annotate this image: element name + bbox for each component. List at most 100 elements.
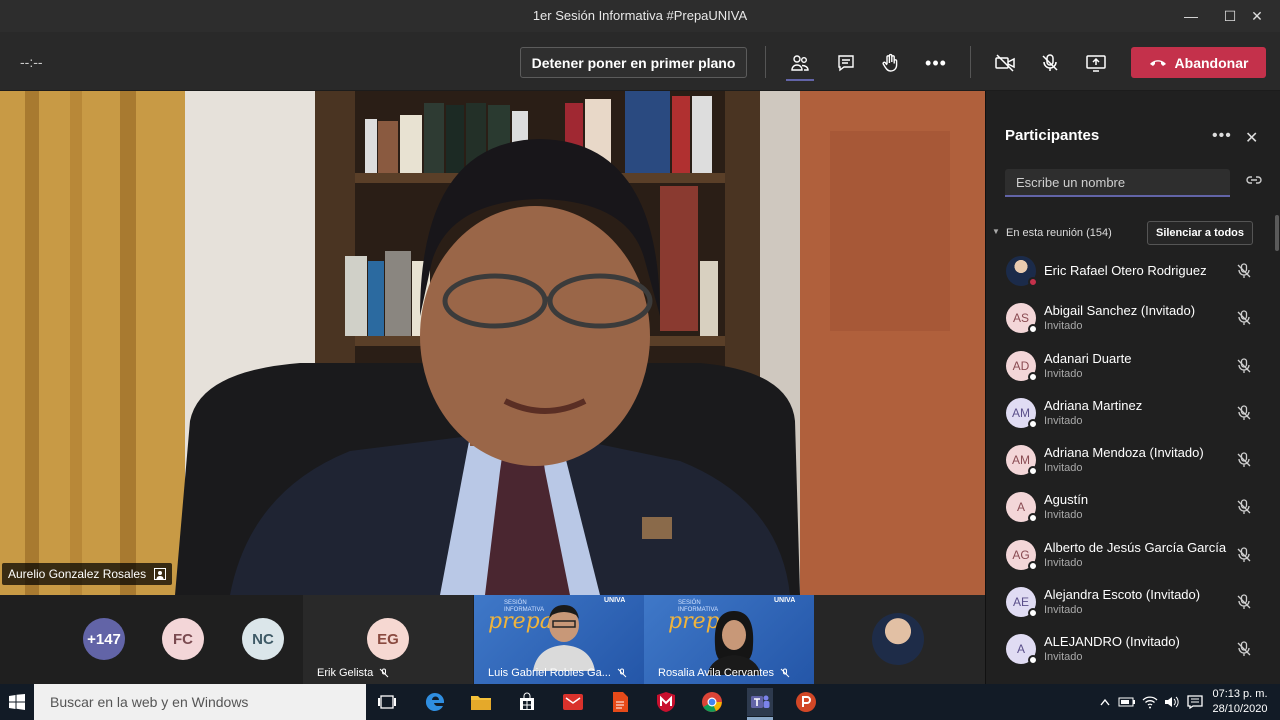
participant-name: Alejandra Escoto (Invitado) [1044,587,1201,603]
mute-all-button[interactable]: Silenciar a todos [1147,221,1253,245]
participant-name: ALEJANDRO (Invitado) [1044,634,1180,650]
participant-row[interactable]: A ALEJANDRO (Invitado) Invitado [986,633,1276,680]
presence-status-icon [1028,655,1038,666]
system-clock[interactable]: 07:13 p. m. 28/10/2020 [1210,687,1270,717]
mic-off-icon[interactable] [1235,451,1253,474]
participant-row[interactable]: AM Adriana Martinez Invitado [986,397,1276,444]
avatar-initials: AD [1012,358,1030,373]
avatar-group-tile: +147 FC NC [0,595,303,684]
mic-off-icon [379,668,389,678]
raise-hand-icon[interactable] [875,48,905,78]
participant-role: Invitado [1044,320,1083,333]
participants-icon[interactable] [785,48,815,78]
collapse-caret-icon[interactable]: ▼ [992,227,1000,236]
powerpoint-icon[interactable] [793,688,819,716]
presence-status-icon [1028,608,1038,619]
univa-logo: UNIVA [774,597,796,604]
stop-spotlight-button[interactable]: Detener poner en primer plano [520,47,747,78]
close-window-button[interactable]: ✕ [1234,0,1280,32]
antivirus-icon[interactable] [653,688,679,716]
more-actions-icon[interactable]: ••• [921,48,951,78]
store-icon[interactable] [514,688,540,716]
mic-off-icon[interactable] [1235,309,1253,332]
notifications-icon[interactable] [1184,688,1206,716]
document-app-icon[interactable] [607,688,633,716]
participant-row[interactable]: AD Adanari Duarte Invitado [986,350,1276,397]
mic-off-icon [780,668,790,678]
avatar-initials: AG [1012,547,1030,562]
share-link-icon[interactable] [1245,173,1263,187]
mic-off-icon[interactable] [1235,498,1253,521]
mic-off-icon[interactable] [1235,404,1253,427]
tile-name: Luis Gabriel Robles Ga... [488,667,627,679]
participant-row[interactable]: AE Alejandra Escoto (Invitado) Invitado [986,586,1276,633]
participant-row[interactable]: A Agustín Invitado [986,491,1276,538]
presence-status-icon [1028,560,1038,571]
start-button[interactable] [0,684,34,720]
mail-app-icon[interactable] [560,688,586,716]
participant-role: Invitado [1044,509,1083,522]
participant-tile-photo [814,595,985,684]
task-view-icon[interactable] [374,688,400,716]
battery-icon[interactable] [1117,688,1137,716]
panel-close-icon[interactable]: ✕ [1245,128,1258,148]
tile-name: Erik Gelista [317,667,389,679]
chrome-icon[interactable] [699,688,725,716]
avatar: AM [1006,445,1038,477]
camera-off-icon[interactable] [990,48,1020,78]
participant-name: Adriana Martinez [1044,397,1143,413]
wifi-icon[interactable] [1140,688,1160,716]
presence-status-icon [1028,418,1038,429]
participant-row[interactable]: AM Adriana Mendoza (Invitado) Invitado [986,444,1276,491]
participant-name: Eric Rafael Otero Rodriguez [1044,263,1207,278]
leave-meeting-button[interactable]: Abandonar [1131,47,1266,78]
avatar [1006,256,1038,287]
avatar: AG [1006,539,1038,571]
participant-role: Invitado [1044,367,1083,380]
participant-role: Invitado [1044,651,1083,664]
panel-more-icon[interactable]: ••• [1212,127,1232,145]
participant-search-input[interactable]: Escribe un nombre [1005,169,1230,197]
mic-off-icon[interactable] [1235,357,1253,380]
clock-time: 07:13 p. m. [1212,688,1268,700]
windows-taskbar: Buscar en la web y en Windows 07:13 p. m… [0,684,1280,720]
avatar: AE [1006,587,1038,619]
toolbar-divider [970,46,971,78]
windows-logo-icon [9,694,25,710]
in-meeting-section[interactable]: ▼ En esta reunión (154) Silenciar a todo… [992,221,1262,247]
participant-role: Invitado [1044,556,1083,569]
participant-figure [707,611,761,675]
panel-scrollbar[interactable] [1275,215,1279,251]
participant-video-rosalia: UNIVA SESIÓN INFORMATIVA prepa Rosalia Av… [644,595,814,684]
mic-off-icon[interactable] [1235,262,1253,285]
window-title: 1er Sesión Informativa #PrepaUNIVA [532,8,748,23]
participant-name: Alberto de Jesús García García [1044,539,1227,555]
teams-app-icon[interactable] [747,688,773,716]
mic-off-icon[interactable] [1235,546,1253,569]
avatar-initials: A [1016,500,1025,515]
participant-name: Abigail Sanchez (Invitado) [1044,303,1196,319]
tray-chevron-icon[interactable] [1097,688,1113,716]
participant-video-luis: UNIVA SESIÓN INFORMATIVA prepa Luis Gabri… [474,595,644,684]
mic-off-icon [617,668,627,678]
share-screen-icon[interactable] [1081,48,1111,78]
taskbar-search-input[interactable]: Buscar en la web y en Windows [34,684,366,720]
avatar-initials: AE [1012,595,1029,610]
avatar: EG [367,618,409,660]
tile-name-label: Rosalia Avila Cervantes [658,667,774,679]
overflow-count[interactable]: +147 [83,618,125,660]
participant-row[interactable]: Eric Rafael Otero Rodriguez [986,255,1276,302]
volume-icon[interactable] [1162,688,1182,716]
chat-icon[interactable] [831,48,861,78]
participant-row[interactable]: AS Abigail Sanchez (Invitado) Invitado [986,302,1276,349]
avatar: FC [162,618,204,660]
file-explorer-icon[interactable] [468,688,494,716]
mic-off-icon[interactable] [1235,593,1253,616]
mic-off-icon[interactable] [1235,640,1253,663]
tile-name-label: Luis Gabriel Robles Ga... [488,667,611,679]
avatar: A [1006,634,1038,666]
avatar-initials: AM [1012,453,1030,468]
edge-icon[interactable] [422,688,448,716]
mic-off-icon[interactable] [1035,48,1065,78]
participant-row[interactable]: AG Alberto de Jesús García García Invitado [986,539,1276,586]
